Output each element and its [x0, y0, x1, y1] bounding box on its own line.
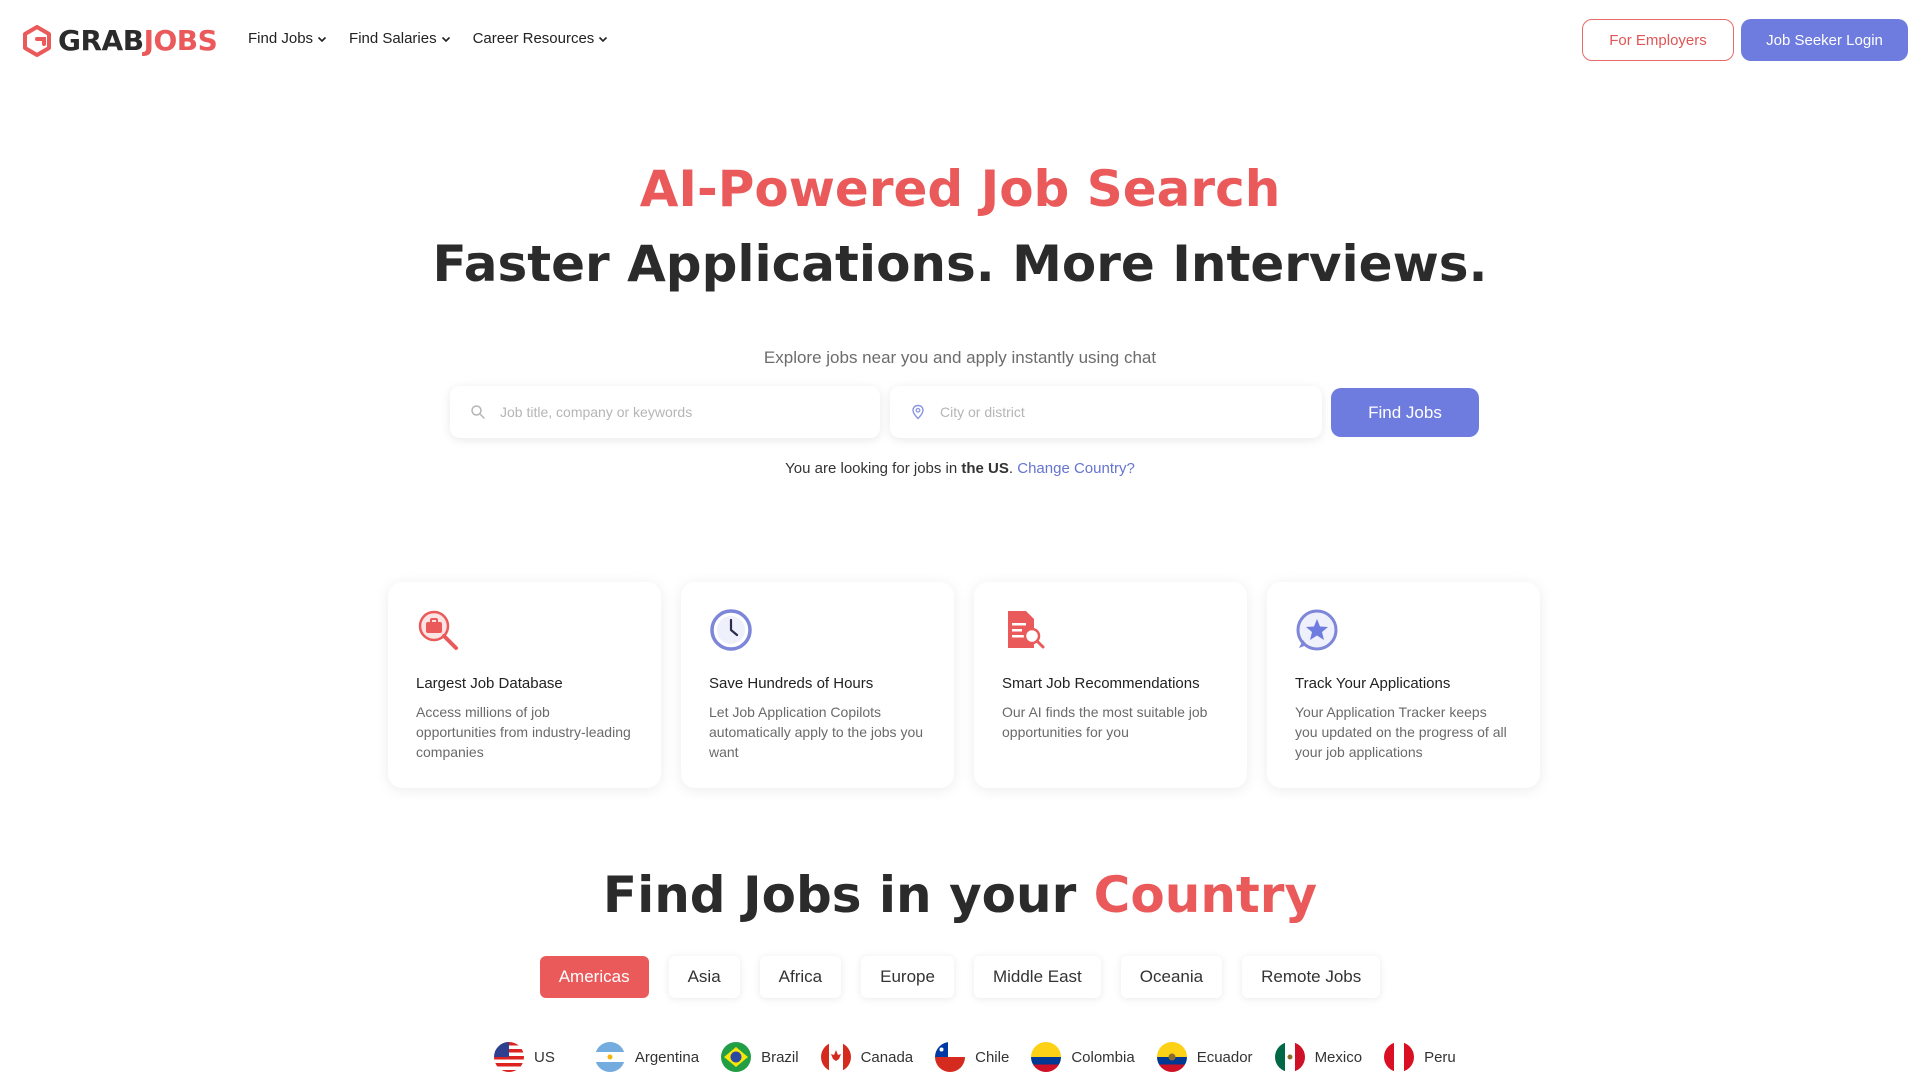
logo-icon [23, 24, 51, 57]
country-link-argentina[interactable]: Argentina [594, 1042, 700, 1072]
canada-flag-icon [820, 1042, 851, 1072]
country-name: Argentina [634, 1048, 700, 1066]
country-section-title-prefix: Find Jobs in your [602, 866, 1094, 924]
tab-asia[interactable]: Asia [668, 956, 740, 998]
region-tabs: Americas Asia Africa Europe Middle East … [0, 956, 1920, 998]
hero-headline: Faster Applications. More Interviews. [432, 235, 1488, 293]
country-link-mexico[interactable]: Mexico [1274, 1042, 1363, 1072]
hero-subtitle: Explore jobs near you and apply instantl… [763, 348, 1157, 367]
country-list: US Argentina Brazil Canada Chile Colombi… [494, 1042, 1478, 1072]
tab-middle-east[interactable]: Middle East [973, 956, 1101, 998]
tab-oceania[interactable]: Oceania [1120, 956, 1223, 998]
country-name: Chile [975, 1048, 1010, 1066]
keyword-search-box [450, 386, 880, 438]
chevron-down-icon [599, 36, 608, 42]
feature-card: Smart Job Recommendations Our AI finds t… [974, 582, 1247, 788]
country-name: Peru [1424, 1048, 1456, 1066]
brazil-flag-icon [721, 1042, 752, 1072]
country-section-title: Find Jobs in your Country [0, 866, 1920, 924]
country-link-us[interactable]: US [494, 1042, 555, 1072]
feature-card: Track Your Applications Your Application… [1267, 582, 1540, 788]
for-employers-button[interactable]: For Employers [1582, 19, 1734, 61]
country-prefix: You are looking for jobs in [785, 460, 962, 477]
country-link-chile[interactable]: Chile [935, 1042, 1009, 1072]
chevron-down-icon [441, 36, 450, 42]
feature-card: Save Hundreds of Hours Let Job Applicati… [681, 582, 954, 788]
peru-flag-icon [1384, 1042, 1415, 1072]
menu-career-resources-label: Career Resources [472, 30, 595, 47]
ecuador-flag-icon [1156, 1042, 1187, 1072]
star-badge-icon [1296, 609, 1338, 651]
tab-remote-jobs[interactable]: Remote Jobs [1242, 956, 1381, 998]
country-link-colombia[interactable]: Colombia [1031, 1042, 1135, 1072]
country-link-ecuador[interactable]: Ecuador [1156, 1042, 1253, 1072]
feature-title: Smart Job Recommendations [1002, 675, 1200, 692]
feature-title: Largest Job Database [416, 675, 563, 692]
hero-title: AI-Powered Job Search [639, 160, 1281, 218]
tab-africa[interactable]: Africa [759, 956, 842, 998]
menu-find-jobs-label: Find Jobs [248, 30, 314, 47]
country-name: Mexico [1314, 1048, 1363, 1066]
find-jobs-button[interactable]: Find Jobs [1331, 388, 1479, 437]
country-link-brazil[interactable]: Brazil [721, 1042, 799, 1072]
feature-description: Our AI finds the most suitable job oppor… [1002, 704, 1208, 740]
chevron-down-icon [317, 36, 327, 42]
tab-europe[interactable]: Europe [861, 956, 954, 998]
country-suffix: . [1008, 460, 1018, 477]
argentina-flag-icon [594, 1042, 625, 1072]
top-navigation: GRABJOBS Find Jobs Find Salaries Career … [0, 0, 1920, 82]
country-section-title-highlight: Country [1093, 866, 1318, 924]
briefcase-search-icon [418, 610, 458, 650]
colombia-flag-icon [1031, 1042, 1062, 1072]
mexico-flag-icon [1274, 1042, 1305, 1072]
menu-find-salaries-label: Find Salaries [349, 30, 437, 47]
grabjobs-logo[interactable]: GRABJOBS [22, 24, 218, 57]
feature-description: Let Job Application Copilots automatical… [709, 704, 924, 760]
current-country: the US [961, 460, 1009, 477]
job-seeker-login-button[interactable]: Job Seeker Login [1741, 19, 1908, 61]
country-link-canada[interactable]: Canada [820, 1042, 914, 1072]
keyword-input[interactable] [500, 404, 880, 420]
location-pin-icon [912, 404, 924, 420]
feature-description: Your Application Tracker keeps you updat… [1295, 704, 1507, 760]
main-menu: Find Jobs Find Salaries Career Resources [248, 30, 608, 47]
country-name: Ecuador [1196, 1048, 1253, 1066]
clock-icon [710, 609, 752, 651]
current-country-notice: You are looking for jobs in the US. Chan… [0, 460, 1920, 477]
feature-title: Save Hundreds of Hours [709, 675, 874, 692]
country-name: Colombia [1071, 1048, 1135, 1066]
menu-career-resources[interactable]: Career Resources [473, 30, 609, 47]
menu-find-salaries[interactable]: Find Salaries [349, 30, 451, 47]
document-search-icon [1008, 611, 1045, 649]
location-input[interactable] [940, 404, 1322, 420]
logo-wordmark: GRABJOBS [58, 24, 218, 57]
tab-americas[interactable]: Americas [539, 956, 649, 998]
us-flag-icon [494, 1042, 524, 1072]
location-search-box [890, 386, 1322, 438]
menu-find-jobs[interactable]: Find Jobs [248, 30, 327, 47]
country-name: Brazil [761, 1048, 799, 1066]
feature-card: Largest Job Database Access millions of … [388, 582, 661, 788]
search-icon [471, 405, 485, 419]
country-name: US [534, 1048, 555, 1066]
chile-flag-icon [935, 1042, 966, 1072]
change-country-link[interactable]: Change Country? [1017, 460, 1135, 477]
feature-title: Track Your Applications [1295, 675, 1451, 692]
country-link-peru[interactable]: Peru [1384, 1042, 1456, 1072]
feature-description: Access millions of job opportunities fro… [416, 704, 631, 760]
feature-cards: Largest Job Database Access millions of … [388, 582, 1540, 788]
country-name: Canada [860, 1048, 914, 1066]
